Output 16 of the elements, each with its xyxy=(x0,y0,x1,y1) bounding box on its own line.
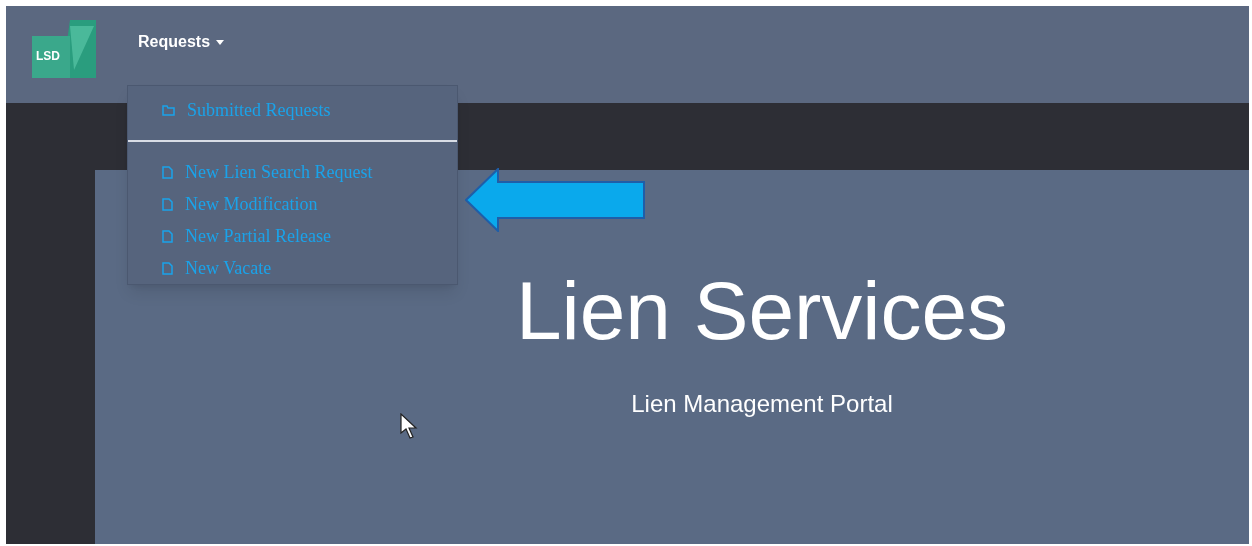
menu-item[interactable]: New Vacate xyxy=(128,252,457,284)
logo-text: LSD xyxy=(36,50,60,62)
menu-item[interactable]: New Modification xyxy=(128,188,457,220)
mouse-cursor-icon xyxy=(400,413,418,439)
requests-menu[interactable]: Requests xyxy=(138,30,225,54)
document-icon xyxy=(162,165,173,179)
document-icon xyxy=(162,261,173,275)
menu-item[interactable]: New Lien Search Request xyxy=(128,156,457,188)
caret-icon xyxy=(216,39,225,45)
hero-title: Lien Services xyxy=(515,270,1009,352)
document-icon xyxy=(162,197,173,211)
folder-icon xyxy=(162,104,175,116)
menu-item[interactable]: New Partial Release xyxy=(128,220,457,252)
document-icon xyxy=(162,229,173,243)
hero-subtitle: Lien Management Portal xyxy=(631,389,893,419)
menu-item[interactable]: Submitted Requests xyxy=(128,94,457,126)
